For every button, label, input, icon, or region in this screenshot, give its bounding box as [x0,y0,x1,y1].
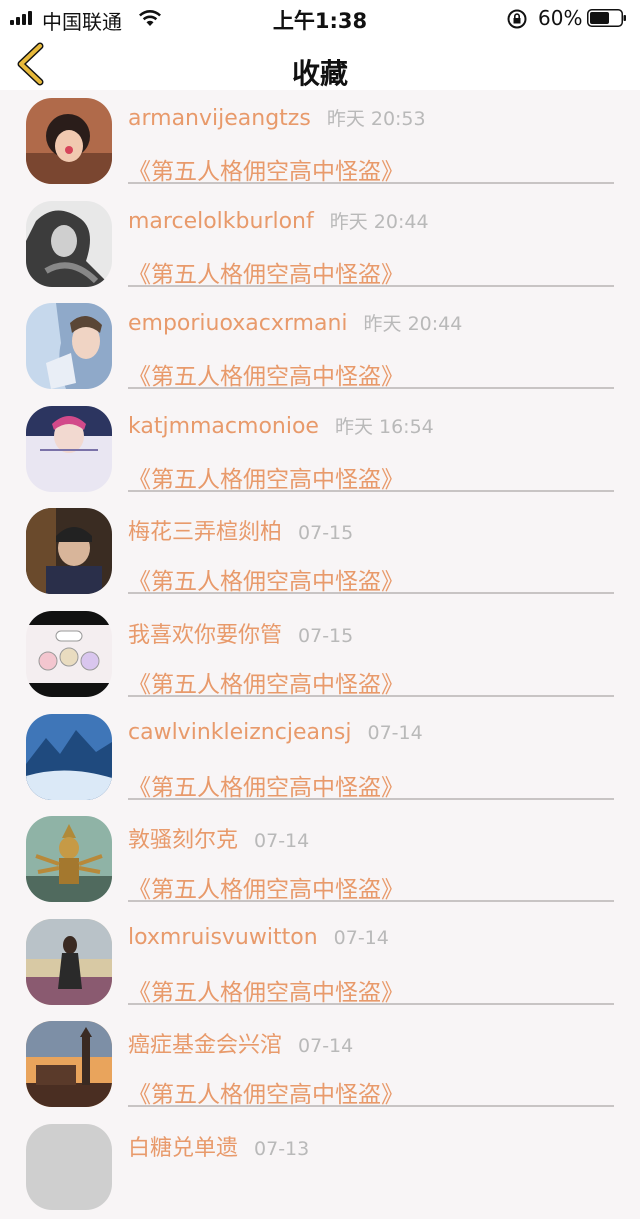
timestamp: 昨天 16:54 [334,415,434,438]
user-name: cawlvinkleizncjeansj [128,719,352,745]
avatar[interactable] [26,1123,112,1210]
avatar[interactable] [26,1021,112,1108]
work-title: 《第五人格佣空高中怪盗》 [128,159,404,185]
divider [128,489,614,492]
timestamp: 07-15 [298,624,354,647]
timestamp: 昨天 20:44 [363,313,463,336]
work-title: 《第五人格佣空高中怪盗》 [128,364,404,391]
divider [128,1002,614,1005]
page-title: 收藏 [291,57,348,90]
timestamp: 07-14 [333,926,389,949]
work-title: 《第五人格佣空高中怪盗》 [128,671,404,698]
item-title: 梅花三弄楦剡柏 07-15 [128,514,353,546]
avatar[interactable] [26,713,112,800]
item-title: armanvijeangtzs 昨天 20:53 [128,104,426,131]
divider [128,1105,614,1108]
divider [128,284,614,287]
work-title: 《第五人格佣空高中怪盗》 [128,979,404,1006]
divider [128,182,614,184]
avatar[interactable] [26,303,112,390]
battery-percent: 60% [538,6,583,30]
list-item[interactable]: 白糖兑单遗 07-13 [0,1116,640,1219]
user-name: armanvijeangtzs [128,106,311,131]
timestamp: 07-15 [298,522,354,545]
item-title: marcelolkburlonf 昨天 20:44 [128,207,429,234]
work-title: 《第五人格佣空高中怪盗》 [128,774,404,801]
timestamp: 07-14 [367,721,423,744]
item-title: cawlvinkleizncjeansj 07-14 [128,720,423,745]
nav-bar: 收藏 [0,36,640,90]
item-title: 敦骚刻尔克 07-14 [128,822,309,854]
divider [128,387,614,390]
avatar[interactable] [26,816,112,903]
timestamp: 昨天 20:53 [326,108,426,130]
divider [128,592,614,595]
user-name: emporiuoxacxrmani [128,311,348,337]
timestamp: 昨天 20:44 [329,210,429,233]
list-item[interactable]: marcelolkburlonf 昨天 20:44 《第五人格佣空高中怪盗》 [0,193,640,296]
user-name: marcelolkburlonf [128,208,314,234]
list-item[interactable]: cawlvinkleizncjeansj 07-14 《第五人格佣空高中怪盗》 [0,706,640,809]
work-title: 《第五人格佣空高中怪盗》 [128,877,404,904]
user-name: 梅花三弄楦剡柏 [128,520,283,546]
timestamp: 07-14 [298,1035,354,1058]
list-item[interactable]: 我喜欢你要你管 07-15 《第五人格佣空高中怪盗》 [0,603,640,706]
battery-icon [587,9,626,27]
item-title: 癌症基金会兴涫 07-14 [128,1027,353,1059]
user-name: katjmmacmonioe [128,413,319,439]
item-title: katjmmacmonioe 昨天 16:54 [128,412,434,439]
list-item[interactable]: loxmruisvuwitton 07-14 《第五人格佣空高中怪盗》 [0,911,640,1014]
work-title: 《第五人格佣空高中怪盗》 [128,261,404,288]
list-item[interactable]: armanvijeangtzs 昨天 20:53 《第五人格佣空高中怪盗》 [0,90,640,193]
divider [128,797,614,800]
avatar[interactable] [26,98,112,184]
work-title: 《第五人格佣空高中怪盗》 [128,1082,404,1109]
avatar[interactable] [26,508,112,595]
avatar[interactable] [26,405,112,492]
favorites-list: armanvijeangtzs 昨天 20:53 《第五人格佣空高中怪盗》 mar… [0,90,640,1219]
avatar[interactable] [26,918,112,1005]
list-item[interactable]: 癌症基金会兴涫 07-14 《第五人格佣空高中怪盗》 [0,1013,640,1116]
user-name: 我喜欢你要你管 [128,622,283,648]
item-title: emporiuoxacxrmani 昨天 20:44 [128,309,462,336]
list-item[interactable]: 梅花三弄楦剡柏 07-15 《第五人格佣空高中怪盗》 [0,500,640,603]
user-name: 敦骚刻尔克 [128,828,239,854]
timestamp: 07-14 [254,830,310,853]
status-bar: 中国联通 上午1:38 60% [0,0,640,36]
list-item[interactable]: emporiuoxacxrmani 昨天 20:44 《第五人格佣空高中怪盗》 [0,295,640,398]
timestamp: 07-13 [254,1137,310,1160]
divider [128,694,614,697]
avatar[interactable] [26,610,112,697]
divider [128,900,614,903]
list-item[interactable]: katjmmacmonioe 昨天 16:54 《第五人格佣空高中怪盗》 [0,398,640,501]
rotation-lock-icon [507,9,527,29]
work-title: 《第五人格佣空高中怪盗》 [128,466,404,493]
user-name: 癌症基金会兴涫 [128,1033,283,1059]
item-title: loxmruisvuwitton 07-14 [128,925,389,950]
user-name: loxmruisvuwitton [128,924,318,950]
list-item[interactable]: 敦骚刻尔克 07-14 《第五人格佣空高中怪盗》 [0,808,640,911]
work-title: 《第五人格佣空高中怪盗》 [128,569,404,596]
item-title: 白糖兑单遗 07-13 [128,1130,309,1162]
avatar[interactable] [26,200,112,287]
item-title: 我喜欢你要你管 07-15 [128,617,353,649]
user-name: 白糖兑单遗 [128,1135,239,1161]
